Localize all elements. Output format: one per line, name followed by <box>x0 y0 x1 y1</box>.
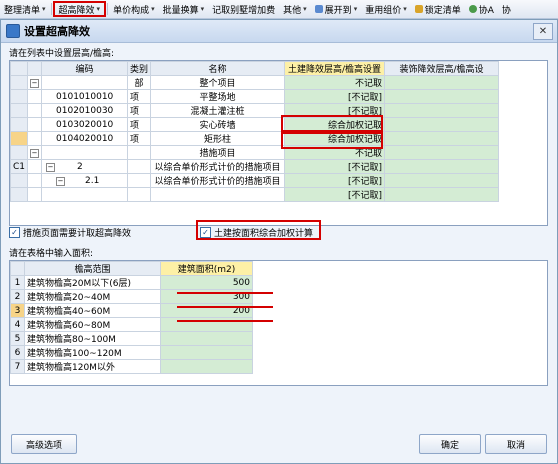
area-input[interactable] <box>160 331 253 346</box>
dialog-window: 设置超高降效 ✕ 请在列表中设置层高/檐高: 编码 类别 名称 土建降效层高/檐… <box>0 19 558 464</box>
cancel-button[interactable]: 取消 <box>485 434 547 454</box>
close-button[interactable]: ✕ <box>533 23 553 40</box>
col-code: 编码 <box>41 61 129 76</box>
tb-reuse[interactable]: 重用组价 ▾ <box>361 1 411 17</box>
area-table-inner: 檐高范围 建筑面积(m2) 1 建筑物檐高20M以下(6层) 500 2 建筑物… <box>10 261 253 374</box>
collapse-icon[interactable]: − <box>30 148 40 158</box>
highlight-box <box>281 132 383 149</box>
col-height-range: 檐高范围 <box>24 261 161 276</box>
dialog-title: 设置超高降效 <box>24 25 90 38</box>
civil-setting-cell[interactable]: 不记取 <box>284 75 386 90</box>
tb-super-height[interactable]: 超高降效 ▾ <box>52 1 107 17</box>
tb-lock-list[interactable]: 锁定清单 <box>411 1 465 17</box>
checkbox-measures[interactable]: ✓ <box>9 227 20 238</box>
chevron-down-icon: ▾ <box>403 5 407 13</box>
measures-checkbox-row[interactable]: ✓ 措施页面需要计取超高降效 <box>9 226 131 239</box>
level-table: 编码 类别 名称 土建降效层高/檐高设置 装饰降效层高/檐高设 − 部 整个项目… <box>9 61 500 202</box>
area-row[interactable]: 1 建筑物檐高20M以下(6层) 500 <box>10 275 253 290</box>
civil-setting-cell[interactable]: [不记取] <box>284 187 386 202</box>
table-row[interactable]: 0103020010 项 实心砖墙 综合加权记取 <box>9 117 500 132</box>
tb-batch-convert[interactable]: 批量换算 ▾ <box>159 1 209 17</box>
chevron-down-icon: ▾ <box>200 5 205 13</box>
highlight-line <box>177 320 273 322</box>
area-input[interactable] <box>160 359 253 374</box>
table-row[interactable]: 0104020010 项 矩形柱 综合加权记取 <box>9 131 500 146</box>
ok-button[interactable]: 确定 <box>419 434 481 454</box>
area-row[interactable]: 5 建筑物檐高80~100M <box>10 331 253 346</box>
area-checkbox-row[interactable]: ✓ 土建按面积综合加权计算 <box>200 226 313 239</box>
collapse-icon[interactable]: − <box>56 176 66 186</box>
chevron-down-icon: ▾ <box>42 5 46 13</box>
area-label: 请在表格中输入面积: <box>9 249 94 259</box>
chevron-down-icon: ▾ <box>353 5 358 13</box>
highlight-line <box>177 292 273 294</box>
col-deco-setting: 装饰降效层高/檐高设 <box>384 61 500 76</box>
tb-unit-price[interactable]: 单价构成 ▾ <box>109 1 159 17</box>
area-row[interactable]: 7 建筑物檐高120M以外 <box>10 359 253 374</box>
col-building-area: 建筑面积(m2) <box>160 261 253 276</box>
toolbar: 整理清单 ▾ 超高降效 ▾ 单价构成 ▾ 批量换算 ▾ 记取别墅增加费 其他 ▾ 展开到 ▾… <box>0 0 558 19</box>
tb-other[interactable]: 其他 ▾ <box>279 1 311 17</box>
col-name: 名称 <box>150 61 286 76</box>
lock-icon <box>414 5 423 13</box>
advanced-options-button[interactable]: 高级选项 <box>11 434 77 454</box>
table-row[interactable]: − 措施项目 不记取 <box>9 145 500 160</box>
tb-cooperate-a[interactable]: 协A <box>465 1 498 17</box>
collapse-icon[interactable]: − <box>46 162 56 172</box>
tb-expand[interactable]: 展开到 ▾ <box>311 1 362 17</box>
table-row[interactable]: −2.1 以综合单价形式计价的措施项目 [不记取] <box>9 173 500 188</box>
tb-villa-fee[interactable]: 记取别墅增加费 <box>208 1 279 17</box>
table-row[interactable]: 0101010010 项 平整场地 [不记取] <box>9 89 500 104</box>
separator <box>107 3 109 15</box>
app-icon <box>6 24 20 38</box>
area-header-row: 檐高范围 建筑面积(m2) <box>10 261 253 276</box>
tb-cooperate[interactable]: 协 <box>498 1 515 17</box>
area-input[interactable]: 500 <box>160 275 253 290</box>
chevron-down-icon: ▾ <box>96 5 101 13</box>
collapse-icon[interactable]: − <box>30 78 40 88</box>
civil-setting-cell[interactable]: [不记取] <box>284 89 386 104</box>
highlight-box <box>281 115 383 132</box>
civil-setting-cell[interactable]: [不记取] <box>284 173 386 188</box>
expand-icon <box>314 5 323 13</box>
table-row[interactable]: − 部 整个项目 不记取 <box>9 75 500 90</box>
area-row[interactable]: 6 建筑物檐高100~120M <box>10 345 253 360</box>
table-row[interactable]: C1 −2 以综合单价形式计价的措施项目 [不记取] <box>9 159 500 174</box>
level-setting-table: 编码 类别 名称 土建降效层高/檐高设置 装饰降效层高/檐高设 − 部 整个项目… <box>9 60 548 226</box>
table-header-row: 编码 类别 名称 土建降效层高/檐高设置 装饰降效层高/檐高设 <box>9 61 500 76</box>
area-table: 檐高范围 建筑面积(m2) 1 建筑物檐高20M以下(6层) 500 2 建筑物… <box>9 260 548 386</box>
person-icon <box>468 5 477 13</box>
col-type: 类别 <box>127 61 152 76</box>
table-row[interactable]: [不记取] <box>9 187 500 202</box>
dialog-titlebar: 设置超高降效 <box>1 20 557 43</box>
tb-tidy-list[interactable]: 整理清单 ▾ <box>0 1 50 17</box>
civil-setting-cell[interactable]: [不记取] <box>284 159 386 174</box>
separator <box>50 3 52 15</box>
area-input[interactable] <box>160 345 253 360</box>
table-row[interactable]: 0102010030 项 混凝土灌注桩 [不记取] <box>9 103 500 118</box>
chevron-down-icon: ▾ <box>151 5 155 13</box>
chevron-down-icon: ▾ <box>303 5 307 13</box>
highlight-line <box>177 306 273 308</box>
col-civil-setting: 土建降效层高/檐高设置 <box>284 61 386 76</box>
close-icon: ✕ <box>538 26 548 37</box>
checkbox-area-weighted[interactable]: ✓ <box>200 227 211 238</box>
list-label: 请在列表中设置层高/檐高: <box>9 49 115 59</box>
